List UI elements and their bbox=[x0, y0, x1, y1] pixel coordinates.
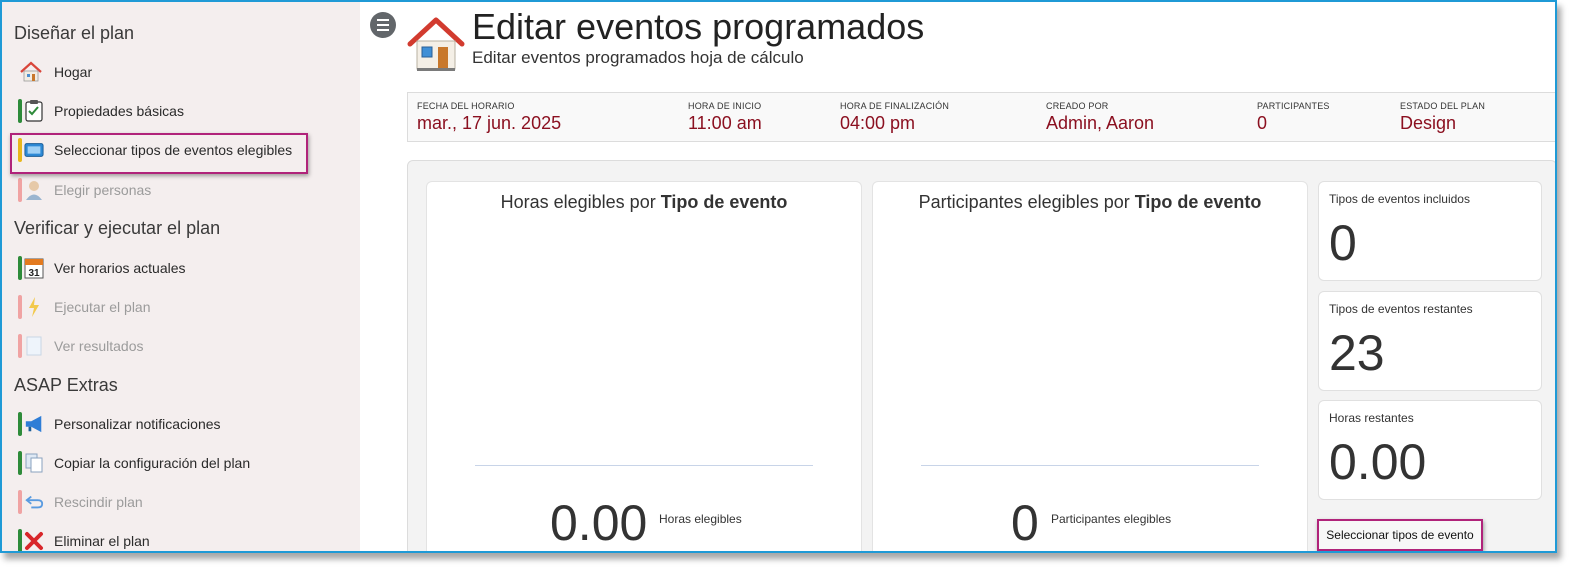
sidebar-item-label: Ver horarios actuales bbox=[54, 260, 186, 276]
sidebar-item-delete-plan[interactable]: Eliminar el plan bbox=[18, 526, 338, 551]
info-end-time: Hora de finalización 04:00 pm bbox=[840, 101, 950, 133]
house-icon bbox=[18, 59, 44, 85]
undo-arrow-icon bbox=[18, 489, 44, 515]
info-plan-status: Estado del plan Design bbox=[1400, 101, 1486, 133]
eligible-participants-chart: Participantes elegibles por Tipo de even… bbox=[872, 181, 1308, 551]
megaphone-icon bbox=[18, 411, 44, 437]
sidebar-item-label: Personalizar notificaciones bbox=[54, 416, 221, 432]
sidebar-item-label: Elegir personas bbox=[54, 182, 152, 198]
sidebar-item-view-results[interactable]: Ver resultados bbox=[18, 331, 338, 361]
chart-title: Horas elegibles por Tipo de evento bbox=[500, 192, 788, 212]
stat-included-event-types: Tipos de eventos incluidos 0 bbox=[1318, 181, 1542, 281]
info-participants: Participantes 0 bbox=[1257, 101, 1330, 133]
eligible-participants-value: 0 bbox=[1011, 495, 1039, 551]
eligible-hours-chart: Horas elegibles por Tipo de evento 0.00 … bbox=[426, 181, 862, 551]
app-window: Diseñar el plan Hogar Propiedades básica… bbox=[0, 0, 1557, 553]
menu-toggle-button[interactable] bbox=[370, 12, 396, 38]
lightning-icon bbox=[18, 294, 44, 320]
person-icon bbox=[18, 177, 44, 203]
page-title: Editar eventos programados bbox=[472, 6, 925, 47]
sidebar-item-choose-people[interactable]: Elegir personas bbox=[18, 175, 338, 205]
eligible-hours-value: 0.00 bbox=[550, 495, 648, 551]
eligible-hours-label: Horas elegibles bbox=[659, 512, 742, 526]
highlight-box bbox=[10, 133, 308, 174]
sidebar-item-view-schedules[interactable]: 31 Ver horarios actuales bbox=[18, 253, 338, 283]
copy-icon bbox=[18, 450, 44, 476]
info-created-by: Creado por Admin, Aaron bbox=[1046, 101, 1155, 133]
sidebar-item-basic-properties[interactable]: Propiedades básicas bbox=[18, 96, 338, 126]
sidebar-item-label: Copiar la configuración del plan bbox=[54, 455, 251, 471]
chart-baseline bbox=[475, 465, 813, 466]
sidebar-item-run-plan[interactable]: Ejecutar el plan bbox=[18, 292, 338, 322]
sidebar-item-rescind-plan[interactable]: Rescindir plan bbox=[18, 487, 338, 517]
content-panel: Horas elegibles por Tipo de evento 0.00 … bbox=[407, 160, 1555, 551]
sidebar-item-label: Hogar bbox=[54, 64, 93, 80]
chart-baseline bbox=[921, 465, 1259, 466]
eligible-participants-label: Participantes elegibles bbox=[1051, 512, 1172, 526]
info-schedule-date: Fecha del horario mar., 17 jun. 2025 bbox=[417, 101, 562, 133]
sidebar: Diseñar el plan Hogar Propiedades básica… bbox=[2, 2, 360, 551]
schedule-info-bar: Fecha del horario mar., 17 jun. 2025 Hor… bbox=[407, 92, 1555, 142]
sidebar-item-copy-config[interactable]: Copiar la configuración del plan bbox=[18, 448, 338, 478]
stat-remaining-hours: Horas restantes 0.00 bbox=[1318, 400, 1542, 500]
calendar-icon: 31 bbox=[18, 255, 44, 281]
sidebar-item-label: Rescindir plan bbox=[54, 494, 143, 510]
red-x-icon bbox=[18, 528, 44, 551]
sidebar-item-label: Ejecutar el plan bbox=[54, 299, 151, 315]
house-icon bbox=[406, 16, 466, 72]
chart-title: Participantes elegibles por Tipo de even… bbox=[918, 192, 1262, 212]
section-title-verify: Verificar y ejecutar el plan bbox=[14, 218, 221, 238]
sidebar-item-label: Ver resultados bbox=[54, 338, 144, 354]
checklist-icon bbox=[18, 98, 44, 124]
section-title-design: Diseñar el plan bbox=[14, 23, 135, 43]
info-start-time: Hora de inicio 11:00 am bbox=[688, 101, 762, 133]
sidebar-item-home[interactable]: Hogar bbox=[18, 57, 338, 87]
svg-text:31: 31 bbox=[28, 268, 40, 279]
stat-remaining-event-types: Tipos de eventos restantes 23 bbox=[1318, 291, 1542, 391]
select-event-types-button[interactable]: Seleccionar tipos de evento bbox=[1317, 519, 1483, 551]
sidebar-item-notifications[interactable]: Personalizar notificaciones bbox=[18, 409, 338, 439]
sidebar-item-label: Propiedades básicas bbox=[54, 103, 184, 119]
section-title-extras: ASAP Extras bbox=[14, 375, 118, 395]
document-icon bbox=[18, 333, 44, 359]
page-subtitle: Editar eventos programados hoja de cálcu… bbox=[472, 48, 804, 67]
sidebar-item-label: Eliminar el plan bbox=[54, 533, 150, 549]
